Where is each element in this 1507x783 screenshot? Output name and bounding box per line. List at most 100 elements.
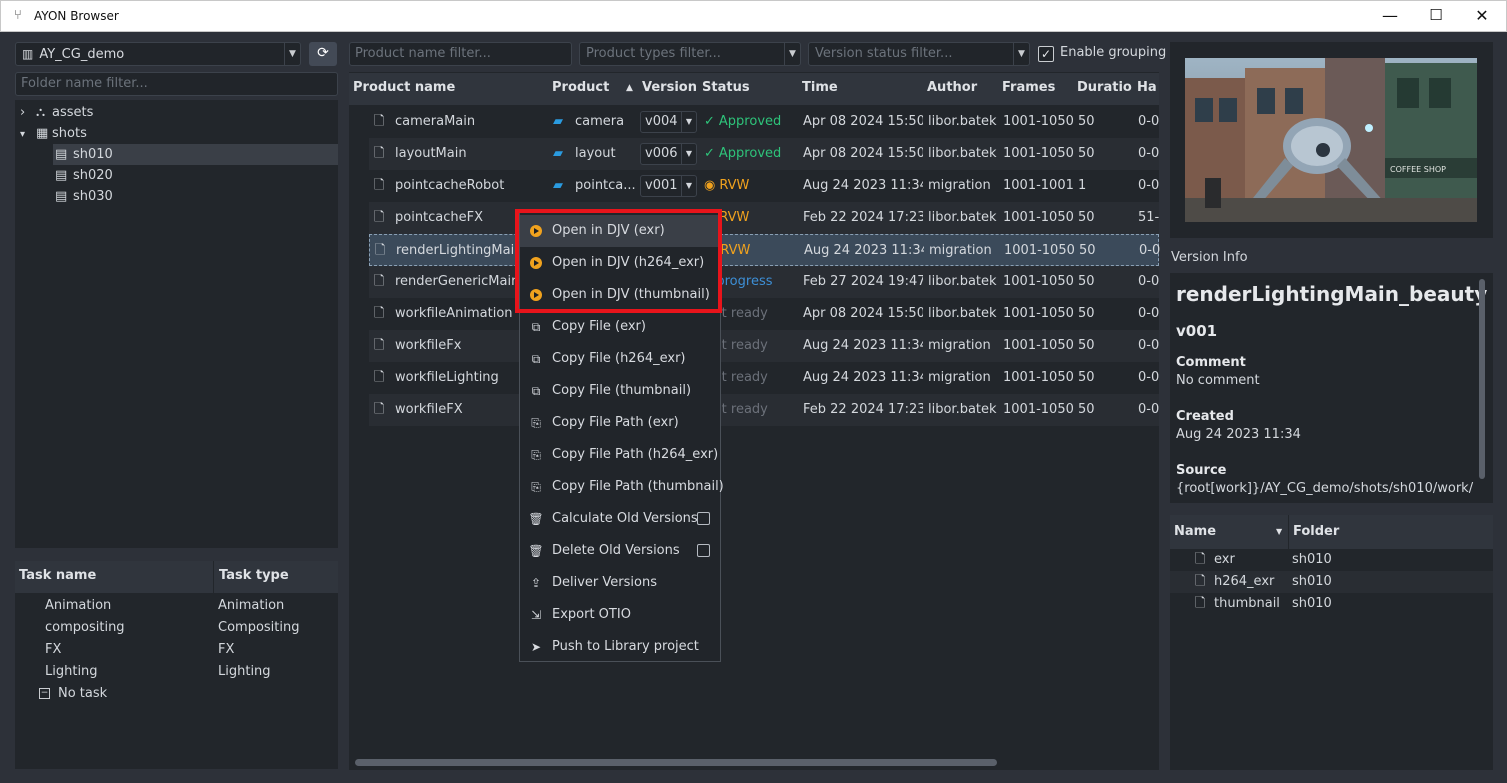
- menu-item[interactable]: ⧉ Copy File (thumbnail): [520, 375, 720, 407]
- folder-icon: ▰: [553, 178, 563, 193]
- file-icon: 🗋: [374, 338, 385, 353]
- tree-item-label: shots: [52, 126, 87, 141]
- representation-row[interactable]: 🗋 h264_exr sh010: [1170, 571, 1493, 593]
- tree-item-sh030[interactable]: ▤ sh030: [55, 186, 113, 207]
- table-row[interactable]: 🗋 layoutMain ▰ layout v006 ▼ ✓ Approved Apr 08 2…: [369, 138, 1159, 170]
- header-folder[interactable]: Folder: [1293, 515, 1339, 549]
- task-type-header[interactable]: Task type: [219, 561, 289, 591]
- product-type-cell: camera: [575, 114, 625, 129]
- copy-path-icon: ⎘: [531, 448, 541, 462]
- tree-item-assets[interactable]: › ⛬ assets: [20, 102, 93, 123]
- task-name: No task: [58, 686, 108, 701]
- menu-item[interactable]: 🗑 Calculate Old Versions: [520, 503, 720, 535]
- table-row[interactable]: 🗋 workfileFX Not ready Feb 22 2024 17:23 lib…: [369, 394, 1159, 426]
- maximize-button[interactable]: ☐: [1413, 1, 1459, 32]
- frames-cell: 1001-1050: [1003, 338, 1073, 353]
- table-row[interactable]: 🗋pointcacheFX◉RVWFeb 22 2024 17:23libor.…: [369, 202, 1159, 234]
- version-selector[interactable]: v006 ▼: [640, 143, 697, 165]
- menu-item[interactable]: ⇪ Deliver Versions: [520, 567, 720, 599]
- file-icon: 🗋: [375, 243, 386, 258]
- coffee-shop-sign: COFFEE SHOP: [1390, 165, 1446, 174]
- status-text: Approved: [718, 114, 782, 129]
- menu-item[interactable]: ⧉ Copy File (exr): [520, 311, 720, 343]
- menu-item[interactable]: ➤ Push to Library project: [520, 631, 720, 663]
- tree-item-shots[interactable]: ▾ ▦ shots: [20, 123, 87, 144]
- table-row[interactable]: 🗋 workfileLighting Not ready Aug 24 2023 11…: [369, 362, 1159, 394]
- enable-grouping-checkbox[interactable]: ✓: [1038, 46, 1054, 62]
- menu-item-label: Copy File (h264_exr): [552, 351, 686, 366]
- header-product-name[interactable]: Product name: [353, 73, 455, 103]
- version-selector[interactable]: v004 ▼: [640, 111, 697, 133]
- header-product[interactable]: Product: [552, 73, 609, 103]
- table-row[interactable]: 🗋 workfileAnimation Not ready Apr 08 2024 1…: [369, 298, 1159, 330]
- task-row[interactable]: compositing: [45, 617, 125, 638]
- thumbnail-image: COFFEE SHOP: [1185, 58, 1477, 222]
- status-text: RVW: [720, 243, 751, 258]
- option-box-icon[interactable]: [697, 544, 710, 557]
- header-version[interactable]: Version: [642, 73, 697, 103]
- tree-item-sh010[interactable]: ▤ sh010: [53, 144, 338, 165]
- file-icon: 🗋: [1195, 574, 1206, 589]
- tree-item-sh020[interactable]: ▤ sh020: [55, 165, 113, 186]
- table-row[interactable]: 🗋 renderGenericMain_ n progress Feb 27 2024…: [369, 266, 1159, 298]
- handles-cell: 0-0: [1138, 178, 1159, 193]
- header-duration[interactable]: Duratio: [1077, 73, 1132, 103]
- task-row[interactable]: Animation: [45, 595, 111, 616]
- clapper-icon: ▤: [55, 147, 68, 162]
- representation-row[interactable]: 🗋 exr sh010: [1170, 549, 1493, 571]
- header-status[interactable]: Status: [702, 73, 750, 103]
- minimize-button[interactable]: —: [1367, 1, 1413, 32]
- task-row-no-task[interactable]: − No task: [39, 683, 107, 704]
- product-types-filter[interactable]: Product types filter... ▼: [579, 42, 801, 66]
- menu-item[interactable]: ⎘ Copy File Path (thumbnail): [520, 471, 724, 503]
- handles-cell: 51-0: [1138, 210, 1159, 225]
- version-selector[interactable]: v001 ▼: [640, 175, 697, 197]
- header-author[interactable]: Author: [927, 73, 977, 103]
- menu-item[interactable]: ⇲ Export OTIO: [520, 599, 720, 631]
- file-icon: 🗋: [1195, 552, 1206, 567]
- task-type: FX: [218, 642, 235, 657]
- version-info-scrollbar[interactable]: [1479, 279, 1485, 479]
- version-number: v001: [1176, 322, 1218, 340]
- version-status-placeholder: Version status filter...: [815, 46, 953, 61]
- comment-value: No comment: [1176, 373, 1260, 388]
- trash-icon: 🗑: [528, 544, 544, 558]
- product-type-cell: pointca...: [575, 178, 635, 193]
- option-box-icon[interactable]: [697, 512, 710, 525]
- table-row[interactable]: 🗋 workfileFx Not ready Aug 24 2023 11:34 mig…: [369, 330, 1159, 362]
- menu-item[interactable]: 🗑 Delete Old Versions: [520, 535, 720, 567]
- file-icon: 🗋: [374, 306, 385, 321]
- table-row[interactable]: 🗋 cameraMain ▰ camera v004 ▼ ✓ Approved Apr 08 2…: [369, 106, 1159, 138]
- representation-row[interactable]: 🗋 thumbnail sh010: [1170, 593, 1493, 615]
- representation-name: exr: [1214, 552, 1235, 567]
- task-header: Task name Task type: [15, 561, 338, 593]
- task-name-header[interactable]: Task name: [19, 561, 96, 591]
- version-info-panel: renderLightingMain_beauty v001 Comment N…: [1170, 273, 1493, 503]
- menu-item[interactable]: ⎘ Copy File Path (exr): [520, 407, 720, 439]
- close-button[interactable]: ✕: [1459, 1, 1505, 32]
- header-time[interactable]: Time: [802, 73, 838, 103]
- table-row[interactable]: 🗋 pointcacheRobot ▰ pointca... v001 ▼ ◉ RVW Aug …: [369, 170, 1159, 202]
- table-row[interactable]: 🗋renderLightingMain◉RVWAug 24 2023 11:34…: [369, 234, 1160, 266]
- comment-label: Comment: [1176, 355, 1246, 370]
- version-status-filter[interactable]: Version status filter... ▼: [808, 42, 1030, 66]
- chevron-down-icon: ▼: [784, 43, 800, 65]
- product-name-filter-input[interactable]: Product name filter...: [349, 42, 572, 66]
- film-icon: ▦: [36, 126, 49, 141]
- menu-item[interactable]: ⧉ Copy File (h264_exr): [520, 343, 720, 375]
- time-cell: Aug 24 2023 11:34: [803, 178, 923, 193]
- task-row[interactable]: FX: [45, 639, 61, 660]
- menu-item[interactable]: ⎘ Copy File Path (h264_exr): [520, 439, 720, 471]
- header-name[interactable]: Name: [1174, 515, 1216, 549]
- file-icon: 🗋: [374, 146, 385, 161]
- refresh-button[interactable]: ⟳: [309, 42, 337, 66]
- folder-filter-input[interactable]: Folder name filter...: [15, 72, 338, 96]
- menu-item-label: Delete Old Versions: [552, 543, 680, 558]
- header-frames[interactable]: Frames: [1002, 73, 1055, 103]
- project-selector[interactable]: ▥ AY_CG_demo ▼: [15, 42, 301, 66]
- created-label: Created: [1176, 409, 1234, 424]
- task-row[interactable]: Lighting: [45, 661, 98, 682]
- header-handles[interactable]: Ha: [1137, 73, 1157, 103]
- horizontal-scrollbar[interactable]: [355, 759, 997, 766]
- chevron-right-icon: ›: [20, 105, 26, 120]
